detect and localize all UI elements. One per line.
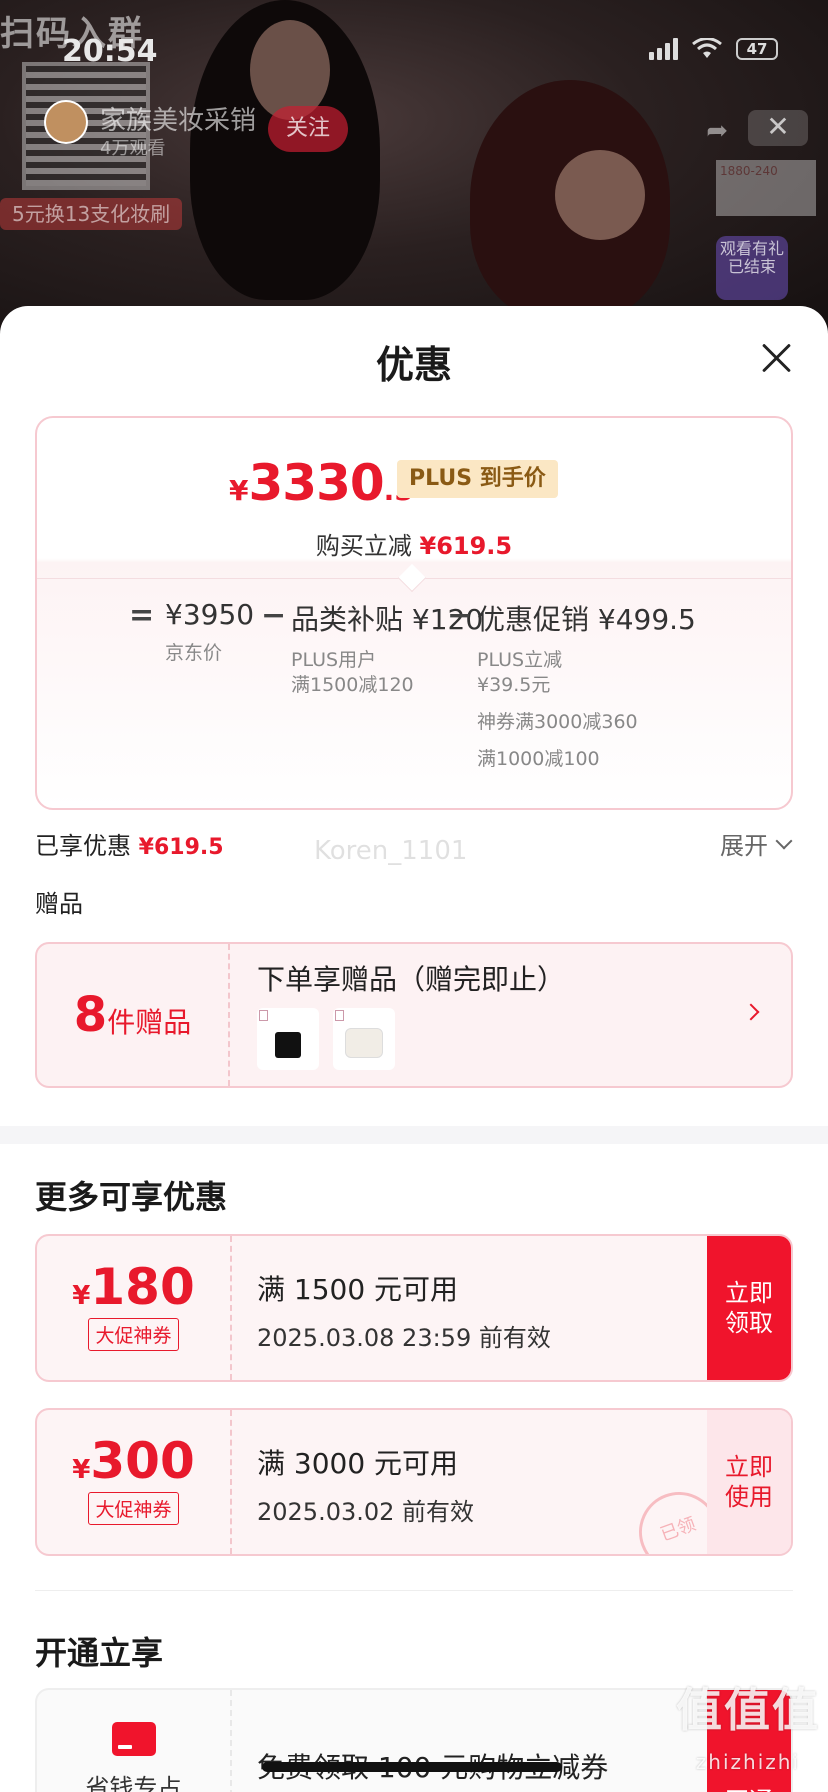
instant-discount-value: ¥619.5 [419,532,513,560]
site-watermark-text: zhizhizhi [695,1750,800,1774]
streamer-face-right [555,150,645,240]
promo-detail-1: PLUS立减 [477,649,563,671]
open-card-label: 省钱专占 [85,1774,182,1792]
jd-price-value: ¥3950 [165,598,255,631]
promo-details: PLUS立减 ¥39.5元 神券满3000减360 满1000减100 [477,648,696,772]
coupon-type-tag: 大促神券 [88,1318,179,1351]
promo-detail-4: 满1000减100 [477,748,600,770]
coupon-amount: ¥ 300 [37,1434,230,1488]
user-watermark: Koren_1101 [314,836,468,866]
credit-card-icon [111,1722,156,1756]
anchor-name[interactable]: 家族美妆采销 [100,100,256,137]
watch-gift-badge[interactable]: 观看有礼已结束 [716,236,788,300]
promo-value: 优惠促销 ¥499.5 [477,603,696,636]
gift-thumbnail[interactable] [333,1008,395,1070]
side-banner[interactable]: 1880-240 [716,160,816,216]
subsidy-detail-1: PLUS用户 [291,649,377,671]
more-offers-heading: 更多可享优惠 [35,1178,228,1216]
section-divider [0,1126,828,1144]
status-icons: 47 [649,38,778,60]
minus-sign: − [261,598,287,633]
minus-sign: − [447,598,473,633]
plus-price-tag: PLUS 到手价 [397,460,558,498]
gifts-heading: 赠品 [35,890,83,918]
coupon-amount-value: 300 [90,1432,195,1490]
use-coupon-button[interactable]: 立即使用 [707,1410,791,1554]
jd-price-label: 京东价 [165,641,254,666]
expand-toggle[interactable]: 展开 [720,826,793,861]
cellular-signal-icon [649,38,678,60]
coupon-card: ¥ 180 大促神券 满 1500 元可用 2025.03.08 23:59 前… [35,1234,793,1382]
coupon-value-section: ¥ 300 大促神券 [37,1410,232,1554]
home-indicator[interactable] [262,1762,562,1772]
promo-detail-2: ¥39.5元 [477,674,551,696]
streamer-face-left [250,20,330,120]
instant-discount-line: 购买立减 ¥619.5 [37,526,791,561]
instant-discount-label: 购买立减 [315,532,412,560]
gift-count: 8 件赠品 [37,944,230,1086]
sheet-title: 优惠 [375,343,452,387]
promo-detail-3: 神券满3000减360 [477,711,638,733]
price-breakdown-card: ¥ 3330 .5 PLUS 到手价 购买立减 ¥619.5 = ¥3950 京… [35,416,793,810]
coupon-amount-value: 180 [90,1258,195,1316]
status-time: 20:54 [62,34,158,69]
stream-close-button[interactable]: ✕ [748,110,808,146]
coupon-currency: ¥ [72,1455,91,1485]
final-price-currency: ¥ [229,474,249,507]
final-price-integer: 3330 [248,454,384,512]
coupon-amount: ¥ 180 [37,1260,230,1314]
enjoyed-discount-row: 已享优惠 ¥619.5 [35,826,224,861]
final-price: ¥ 3330 .5 [229,454,414,512]
coupon-value-section: ¥ 180 大促神券 [37,1236,232,1380]
stream-promo-tag[interactable]: 5元换13支化妆刷 [0,198,183,230]
battery-icon: 47 [736,38,778,60]
enjoyed-discount-label: 已享优惠 [35,832,131,860]
anchor-avatar[interactable] [44,100,88,144]
coupon-validity: 2025.03.02 前有效 [257,1498,475,1526]
viewer-count: 4万观看 [100,138,166,159]
share-icon[interactable]: ➦ [706,116,728,146]
gift-count-number: 8 [73,987,108,1043]
divider [35,1590,793,1591]
chevron-down-icon[interactable] [775,832,793,849]
coupon-validity: 2025.03.08 23:59 前有效 [257,1324,551,1352]
follow-button[interactable]: 关注 [268,106,348,152]
subsidy-details: PLUS用户 满1500减120 [291,648,483,698]
jd-price-column: ¥3950 京东价 [165,598,254,678]
promo-column: 优惠促销 ¥499.5 PLUS立减 ¥39.5元 神券满3000减360 满1… [477,598,696,784]
coupon-condition: 满 1500 元可用 [257,1273,459,1306]
gift-thumbnail[interactable] [257,1008,319,1070]
discount-sheet: 优惠 ¥ 3330 .5 PLUS 到手价 购买立减 ¥619.5 = ¥395… [0,306,828,1792]
open-membership-heading: 开通立享 [35,1634,164,1672]
claim-coupon-button[interactable]: 立即领取 [707,1236,791,1380]
coupon-currency: ¥ [72,1281,91,1311]
equals-sign: = [129,598,155,633]
coupon-card: ¥ 300 大促神券 满 3000 元可用 2025.03.02 前有效 已领 … [35,1408,793,1556]
enjoyed-discount-value: ¥619.5 [138,835,224,860]
gift-card-title: 下单享赠品（赠完即止） [257,963,566,996]
subsidy-detail-2: 满1500减120 [291,674,414,696]
coupon-condition: 满 3000 元可用 [257,1447,459,1480]
gift-card[interactable]: 8 件赠品 下单享赠品（赠完即止） [35,942,793,1088]
site-watermark-logo: 值值值 [676,1683,820,1737]
close-icon[interactable] [760,342,792,374]
wifi-icon [692,38,722,58]
coupon-type-tag: 大促神券 [88,1492,179,1525]
expand-label[interactable]: 展开 [720,826,768,861]
jd-price-caption: 京东价 [165,642,223,664]
divider-notch [397,563,427,593]
gift-count-unit: 件赠品 [107,1006,192,1039]
open-card-left: 省钱专占 [37,1690,232,1792]
chevron-right-icon[interactable] [742,1003,760,1021]
